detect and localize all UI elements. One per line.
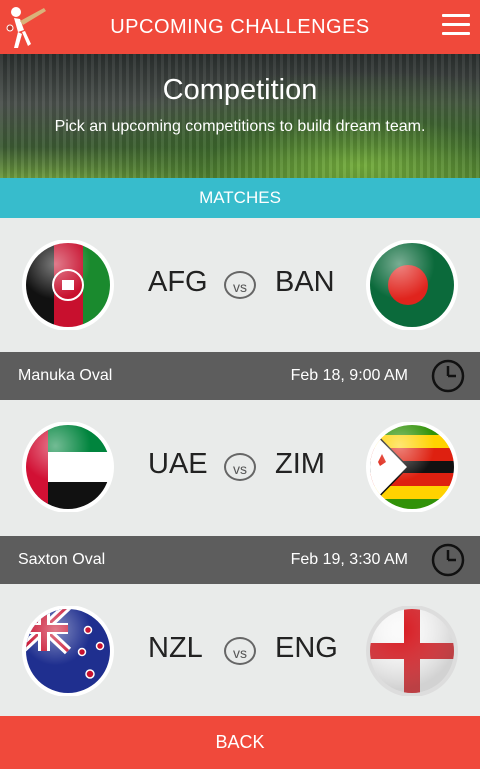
match-time: Feb 19, 3:30 AM — [290, 551, 408, 568]
match-card-uae-zim[interactable]: UAE vs ZIM — [0, 400, 480, 534]
match-card-nzl-eng[interactable]: NZL vs ENG — [0, 584, 480, 718]
team1-code: NZL — [148, 632, 203, 664]
team2-code: BAN — [275, 266, 335, 298]
matches-section-header: MATCHES — [0, 178, 480, 218]
back-button[interactable]: BACK — [0, 716, 480, 769]
match-venue: Saxton Oval — [18, 551, 106, 568]
team2-code: ENG — [275, 632, 338, 664]
team1-code: AFG — [148, 266, 208, 298]
zimbabwe-flag-icon — [366, 422, 458, 512]
competition-banner: Competition Pick an upcoming competition… — [0, 54, 480, 178]
match-card-afg-ban[interactable]: AFG vs BAN — [0, 218, 480, 352]
app-header: UPCOMING CHALLENGES — [0, 0, 480, 54]
page-title: UPCOMING CHALLENGES — [110, 16, 370, 38]
bangladesh-flag-icon — [366, 240, 458, 330]
banner-subtitle: Pick an upcoming competitions to build d… — [54, 118, 426, 135]
afghanistan-flag-icon — [22, 240, 114, 330]
team2-code: ZIM — [275, 448, 325, 480]
banner-heading: Competition — [162, 74, 318, 106]
team1-code: UAE — [148, 448, 208, 480]
new-zealand-flag-icon — [22, 606, 114, 696]
match-info-bar: Manuka Oval Feb 18, 9:00 AM — [0, 352, 480, 400]
match-time: Feb 18, 9:00 AM — [290, 367, 408, 384]
vs-badge: vs — [224, 453, 256, 481]
vs-badge: vs — [224, 637, 256, 665]
hamburger-menu-icon[interactable] — [442, 14, 470, 38]
match-info-bar: Saxton Oval Feb 19, 3:30 AM — [0, 536, 480, 584]
clock-icon — [431, 359, 465, 393]
match-venue: Manuka Oval — [18, 367, 113, 384]
uae-flag-icon — [22, 422, 114, 512]
clock-icon — [431, 543, 465, 577]
vs-badge: vs — [224, 271, 256, 299]
england-flag-icon — [366, 606, 458, 696]
